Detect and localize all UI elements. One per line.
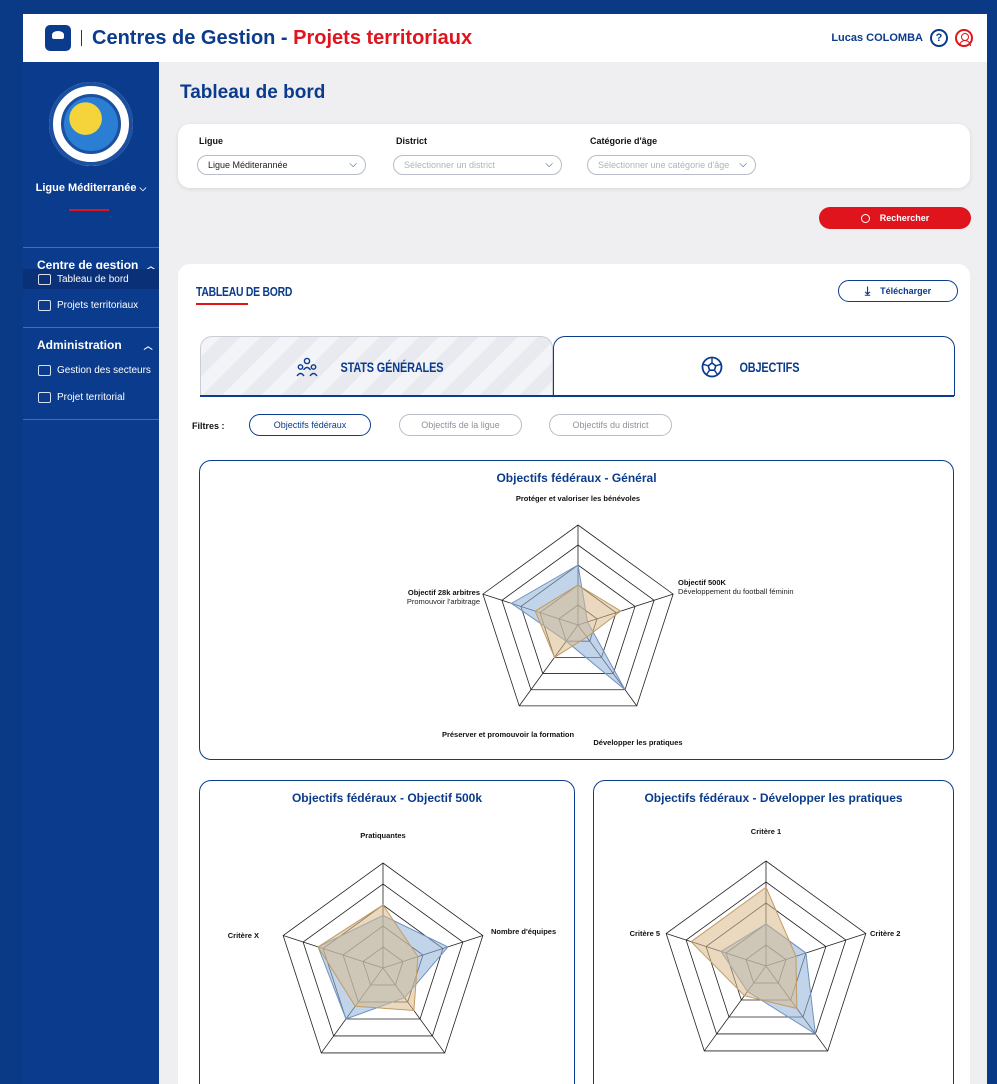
league-logo <box>49 82 133 166</box>
chevron-down-icon: ⌵ <box>349 159 357 170</box>
app-frame: Centres de Gestion - Projets territoriau… <box>0 0 997 1084</box>
sidebar: Ligue Méditerranée ⌵ Centre de gestion ︿ T… <box>23 62 159 1084</box>
chip-objectifs-ligue[interactable]: Objectifs de la ligue <box>399 414 522 436</box>
chevron-down-icon: ⌵ <box>737 159 747 170</box>
app-title-accent: Projets territoriaux <box>293 26 473 49</box>
axis-label: Pratiquantes <box>360 831 405 840</box>
top-bar: Centres de Gestion - Projets territoriau… <box>23 14 987 62</box>
chevron-up-icon: ︿ <box>143 341 153 351</box>
radar-chart-general: Protéger et valoriser les bénévoles Objec… <box>407 494 794 747</box>
sidebar-item-projets-territoriaux[interactable]: Projets territoriaux <box>23 295 159 315</box>
radar-chart-developper-pratiques: Critère 1Critère 2Critère 3Critère 4Crit… <box>630 827 900 1052</box>
search-icon <box>860 213 870 223</box>
section-administration[interactable]: Administration ︿ <box>37 338 153 352</box>
sidebar-item-label: Gestion des secteurs <box>57 364 151 376</box>
dashboard-card: TABLEAU DE BORD ⤓ Télécharger STATS GÉNÉR… <box>178 264 970 1084</box>
axis-label: Critère 2 <box>870 929 900 938</box>
chevron-down-icon: ⌵ <box>139 183 147 193</box>
chart-card-developper-pratiques: Objectifs fédéraux - Développer les prat… <box>593 780 954 1084</box>
categorie-label: Catégorie d'âge <box>590 136 658 146</box>
search-button[interactable]: Rechercher <box>819 207 971 229</box>
chip-objectifs-district[interactable]: Objectifs du district <box>549 414 672 436</box>
ligue-select[interactable]: Ligue Méditerannée ⌵ <box>197 155 366 175</box>
axis-sublabel: Promouvoir l'arbitrage <box>407 597 480 606</box>
radar-series-area <box>317 904 419 1012</box>
district-select[interactable]: Sélectionner un district ⌵ <box>393 155 562 175</box>
league-underline <box>69 209 109 211</box>
app-title: Centres de Gestion - Projets territoriau… <box>92 27 472 50</box>
axis-label: Objectif 28k arbitres <box>408 588 480 597</box>
dashboard-icon <box>38 273 51 285</box>
chart-card-general: Objectifs fédéraux - Général Protéger et… <box>199 460 954 760</box>
tab-label: OBJECTIFS <box>739 358 799 375</box>
user-name[interactable]: Lucas COLOMBA <box>831 32 923 44</box>
league-name: Ligue Méditerranée <box>35 182 137 194</box>
axis-label: Critère X <box>228 931 259 940</box>
radar-chart-objectif-500k: PratiquantesNombre d'équipesEncadrementS… <box>228 831 556 1054</box>
axis-label: Nombre d'équipes <box>491 927 556 936</box>
page-title: Tableau de bord <box>180 82 326 103</box>
sidebar-divider <box>23 327 159 328</box>
section-label: Administration <box>37 338 122 352</box>
sliders-icon <box>38 391 51 403</box>
sidebar-item-tableau-de-bord[interactable]: Tableau de bord <box>23 269 159 289</box>
chip-objectifs-federaux[interactable]: Objectifs fédéraux <box>249 414 371 436</box>
district-label: District <box>396 136 428 146</box>
axis-label: Critère 1 <box>751 827 781 836</box>
tab-underline <box>200 395 954 397</box>
sidebar-item-label: Projet territorial <box>57 391 125 403</box>
fff-logo-icon[interactable] <box>45 25 71 51</box>
chevron-down-icon: ⌵ <box>545 159 553 170</box>
axis-label: Objectif 500K <box>678 578 727 587</box>
network-icon <box>38 299 51 311</box>
people-icon <box>296 357 318 376</box>
account-icon[interactable] <box>955 29 973 47</box>
ligue-label: Ligue <box>199 136 223 146</box>
map-icon <box>38 364 51 376</box>
download-button-label: Télécharger <box>880 286 932 296</box>
sidebar-item-label: Tableau de bord <box>57 273 129 285</box>
download-icon: ⤓ <box>864 283 871 298</box>
football-icon <box>701 356 723 377</box>
dashboard-title-underline <box>196 303 248 305</box>
axis-label: Développer les pratiques <box>593 738 682 747</box>
globe-icon <box>61 94 121 154</box>
sidebar-divider <box>23 419 159 420</box>
sidebar-divider <box>23 247 159 248</box>
download-button[interactable]: ⤓ Télécharger <box>838 280 958 302</box>
help-icon[interactable]: ? <box>930 29 948 47</box>
categorie-placeholder: Sélectionner une catégorie d'âge <box>598 160 730 170</box>
dashboard-title: TABLEAU DE BORD <box>196 284 293 299</box>
chart-card-objectif-500k: Objectifs fédéraux - Objectif 500k Prati… <box>199 780 575 1084</box>
sidebar-item-label: Projets territoriaux <box>57 299 139 311</box>
categorie-select[interactable]: Sélectionner une catégorie d'âge ⌵ <box>587 155 756 175</box>
axis-label: Critère 5 <box>630 929 660 938</box>
district-placeholder: Sélectionner un district <box>404 160 496 170</box>
title-separator <box>81 30 82 46</box>
filters-label: Filtres : <box>192 421 225 431</box>
app-title-main: Centres de Gestion - <box>92 26 294 49</box>
axis-sublabel: Développement du football féminin <box>678 587 794 596</box>
sidebar-item-projet-territorial[interactable]: Projet territorial <box>23 387 159 407</box>
tab-label: STATS GÉNÉRALES <box>340 358 443 375</box>
tab-stats-generales[interactable]: STATS GÉNÉRALES <box>200 336 553 396</box>
filter-card: Ligue Ligue Méditerannée ⌵ District Sélec… <box>178 124 970 188</box>
radar-series-area <box>690 886 798 1010</box>
league-selector[interactable]: Ligue Méditerranée ⌵ <box>23 182 159 194</box>
ligue-value: Ligue Méditerannée <box>208 160 288 170</box>
axis-label: Préserver et promouvoir la formation <box>442 730 575 739</box>
axis-label: Protéger et valoriser les bénévoles <box>516 494 640 503</box>
sidebar-item-gestion-des-secteurs[interactable]: Gestion des secteurs <box>23 360 159 380</box>
search-button-label: Rechercher <box>879 213 930 223</box>
tab-objectifs[interactable]: OBJECTIFS <box>553 336 955 396</box>
main-content: Tableau de bord Ligue Ligue Méditerannée… <box>159 62 987 1084</box>
